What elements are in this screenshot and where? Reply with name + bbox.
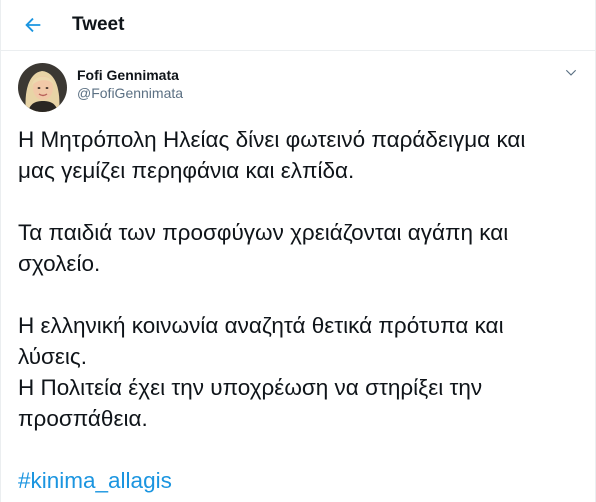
tweet-line: μας γεμίζει περηφάνια και ελπίδα. — [18, 158, 355, 183]
page-header: Tweet — [1, 0, 595, 51]
tweet-text: Η Μητρόπολη Ηλείας δίνει φωτεινό παράδει… — [1, 124, 595, 496]
arrow-left-icon — [25, 17, 41, 33]
tweet-line: Η Μητρόπολη Ηλείας δίνει φωτεινό παράδει… — [18, 127, 526, 152]
page-title: Tweet — [72, 14, 125, 35]
author-display-name[interactable]: Fofi Gennimata — [77, 66, 183, 84]
more-options-button[interactable] — [561, 63, 581, 83]
tweet-line: λύσεις. — [18, 344, 88, 369]
hashtag-link[interactable]: #kinima_allagis — [18, 468, 172, 493]
tweet-paragraph: Η ελληνική κοινωνία αναζητά θετικά πρότυ… — [18, 310, 579, 434]
tweet-paragraph: Η Μητρόπολη Ηλείας δίνει φωτεινό παράδει… — [18, 124, 579, 186]
tweet-line: προσπάθεια. — [18, 406, 148, 431]
avatar[interactable] — [18, 62, 67, 112]
tweet-page: Tweet Fofi Gennimata @FofiGennimata Η Μη… — [0, 0, 596, 502]
author-handle[interactable]: @FofiGennimata — [77, 84, 183, 102]
tweet-line: Τα παιδιά των προσφύγων χρειάζονται αγάπ… — [18, 220, 509, 245]
chevron-down-icon — [565, 69, 577, 76]
back-button[interactable] — [15, 7, 51, 43]
tweet-paragraph: Τα παιδιά των προσφύγων χρειάζονται αγάπ… — [18, 217, 579, 279]
author-row: Fofi Gennimata @FofiGennimata — [1, 51, 595, 113]
tweet-line: Η ελληνική κοινωνία αναζητά θετικά πρότυ… — [18, 313, 504, 338]
author-names: Fofi Gennimata @FofiGennimata — [77, 66, 183, 102]
tweet-line: σχολείο. — [18, 251, 101, 276]
tweet-line: Η Πολιτεία έχει την υποχρέωση να στηρίξε… — [18, 375, 483, 400]
